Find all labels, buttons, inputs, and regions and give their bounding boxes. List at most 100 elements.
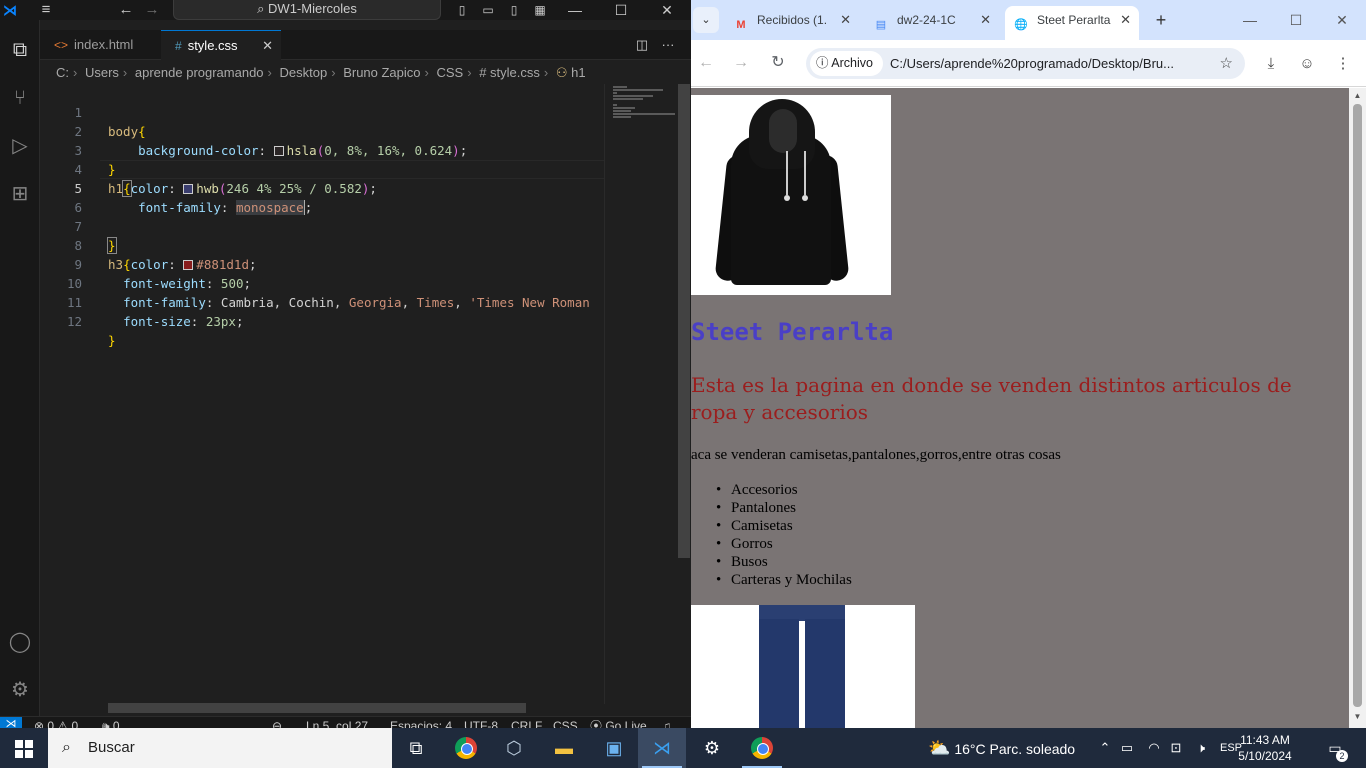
forward-arrow-icon[interactable]: → <box>142 0 162 20</box>
weather-widget[interactable]: ⛅ 16°C Parc. soleado <box>928 728 1075 768</box>
run-debug-icon[interactable]: ▷ <box>4 130 36 162</box>
date: 5/10/2024 <box>1238 749 1292 763</box>
vscode-taskbar-icon[interactable]: ⋊ <box>638 728 686 768</box>
tab-index-html[interactable]: <> index.html <box>40 30 160 60</box>
breadcrumb-item[interactable]: Bruno Zapico <box>343 65 420 80</box>
breadcrumb-item[interactable]: Users <box>85 65 119 80</box>
globe-icon: 🌐 <box>1014 19 1028 31</box>
volume-icon[interactable]: 🕨 <box>1190 728 1212 768</box>
close-window-button[interactable]: ✕ <box>644 0 690 20</box>
minimap-line <box>613 113 675 115</box>
scroll-down-arrow-icon[interactable]: ▼ <box>1349 710 1366 724</box>
minimap-line <box>613 116 631 118</box>
breadcrumb-item[interactable]: CSS <box>436 65 463 80</box>
hamburger-menu-icon[interactable]: ≡ <box>34 0 58 20</box>
go-live-button[interactable]: ⦿ Go Live <box>590 717 647 728</box>
close-tab-icon[interactable]: ✕ <box>262 31 273 61</box>
breadcrumb-item[interactable]: # style.css <box>479 65 540 80</box>
encoding-setting[interactable]: UTF-8 <box>464 717 498 728</box>
chrome-profile-taskbar-icon[interactable] <box>738 728 786 768</box>
url-text: C:/Users/aprende%20programado/Desktop/Br… <box>890 56 1174 71</box>
settings-gear-icon[interactable]: ⚙ <box>4 674 36 706</box>
address-bar[interactable]: ⓘ Archivo C:/Users/aprende%20programado/… <box>806 48 1245 79</box>
maximize-button[interactable]: ☐ <box>598 0 644 20</box>
notifications-bell-icon[interactable]: ♫ <box>662 717 671 728</box>
toggle-panel-icon[interactable]: ▭ <box>479 1 497 19</box>
reload-icon[interactable]: ↻ <box>765 52 791 74</box>
taskbar-search-box[interactable]: ⌕ Buscar <box>48 728 392 768</box>
bookmark-star-icon[interactable]: ☆ <box>1220 48 1233 79</box>
close-tab-icon[interactable]: ✕ <box>840 6 851 34</box>
code-line: 9 font-weight: 500; <box>40 236 604 291</box>
editor-horizontal-scrollbar[interactable] <box>108 703 526 713</box>
gmail-icon: M <box>736 19 746 31</box>
source-control-icon[interactable]: ⑂ <box>4 82 36 114</box>
breadcrumb-item[interactable]: Desktop <box>280 65 328 80</box>
control-panel-icon[interactable]: ▣ <box>590 728 638 768</box>
list-item: Camisetas <box>716 517 852 535</box>
virtualbox-icon[interactable]: ⬡ <box>490 728 538 768</box>
explorer-icon[interactable]: ⧉ <box>4 34 36 66</box>
breadcrumb-item[interactable]: C: <box>56 65 69 80</box>
profile-icon[interactable]: ☺ <box>1295 52 1319 76</box>
page-scrollbar[interactable]: ▲ ▼ <box>1349 88 1366 728</box>
close-tab-icon[interactable]: ✕ <box>1120 6 1131 34</box>
toggle-sidebar-icon[interactable]: ▯ <box>453 1 471 19</box>
toggle-secondary-sidebar-icon[interactable]: ▯ <box>505 1 523 19</box>
battery-icon[interactable]: ▭ <box>1118 728 1136 768</box>
tab-search-chevron-icon[interactable]: ⌄ <box>693 7 719 33</box>
problems-indicator[interactable]: ⊗ 0 ⚠ 0 <box>34 717 78 728</box>
minimize-button[interactable]: — <box>1227 6 1273 34</box>
code-editor[interactable]: 1 body{ 2 background-color: hsla(0, 8%, … <box>40 84 604 704</box>
account-icon[interactable]: ◯ <box>4 626 36 658</box>
customize-layout-icon[interactable]: ▦ <box>531 1 549 19</box>
kebab-menu-icon[interactable]: ⋮ <box>1331 52 1355 76</box>
split-editor-icon[interactable]: ◫ <box>632 30 652 60</box>
minimap-line <box>613 110 631 112</box>
indentation-setting[interactable]: Espacios: 4 <box>390 717 452 728</box>
command-center-search[interactable]: ⌕ DW1-Miercoles <box>173 0 441 20</box>
scroll-up-arrow-icon[interactable]: ▲ <box>1349 89 1366 103</box>
maximize-button[interactable]: ☐ <box>1273 6 1319 34</box>
editor-vertical-scrollbar[interactable] <box>678 84 690 558</box>
task-view-icon[interactable]: ⧉ <box>392 728 440 768</box>
settings-gear-icon[interactable]: ⚙ <box>688 728 736 768</box>
eol-setting[interactable]: CRLF <box>511 717 542 728</box>
language-mode[interactable]: CSS <box>553 717 578 728</box>
close-tab-icon[interactable]: ✕ <box>980 6 991 34</box>
breadcrumb-item[interactable]: aprende programando <box>135 65 264 80</box>
tab-steet-perarlta[interactable]: 🌐 Steet Perarlta ✕ <box>1005 6 1139 40</box>
more-actions-icon[interactable]: ··· <box>658 30 678 60</box>
tab-classroom[interactable]: ▤ dw2-24-1C ✕ <box>865 6 999 40</box>
tab-style-css[interactable]: # style.css ✕ <box>161 30 281 60</box>
breadcrumb-item[interactable]: h1 <box>571 65 585 80</box>
zoom-icon[interactable]: ⊖ <box>272 717 282 728</box>
cursor-position[interactable]: Ln 5, col 27 <box>306 717 368 728</box>
back-arrow-icon[interactable]: ← <box>693 52 719 74</box>
notification-center-button[interactable]: ▭ 2 <box>1322 736 1348 762</box>
clock[interactable]: 11:43 AM 5/10/2024 <box>1228 732 1302 764</box>
chrome-taskbar-icon[interactable] <box>442 728 490 768</box>
file-explorer-icon[interactable]: ▬ <box>540 728 588 768</box>
minimap-line <box>613 86 627 88</box>
remote-indicator-icon[interactable]: ⋊ <box>0 717 22 728</box>
wifi-icon[interactable]: ◠ <box>1144 728 1164 768</box>
new-tab-plus-icon[interactable]: + <box>1149 8 1173 32</box>
chevron-up-icon[interactable]: ⌃ <box>1096 728 1114 768</box>
broadcast-icon: ⦿ <box>590 719 606 728</box>
minimize-button[interactable]: — <box>552 0 598 20</box>
vpn-icon[interactable]: ⊡ <box>1166 728 1186 768</box>
notification-count-badge: 2 <box>1336 750 1348 762</box>
close-window-button[interactable]: ✕ <box>1319 6 1365 34</box>
minimap[interactable] <box>604 84 678 704</box>
ports-indicator[interactable]: 🕪 0 <box>102 717 120 728</box>
download-icon[interactable]: ⤓ <box>1259 52 1283 76</box>
line-number: 12 <box>66 314 82 329</box>
extensions-icon[interactable]: ⊞ <box>4 178 36 210</box>
tab-gmail[interactable]: M Recibidos (1. ✕ <box>725 6 859 40</box>
back-arrow-icon[interactable]: ← <box>116 0 136 20</box>
site-info-chip[interactable]: ⓘ Archivo <box>810 51 883 76</box>
forward-arrow-icon[interactable]: → <box>728 52 754 74</box>
scrollbar-thumb[interactable] <box>1353 104 1362 707</box>
start-button[interactable] <box>0 728 48 768</box>
